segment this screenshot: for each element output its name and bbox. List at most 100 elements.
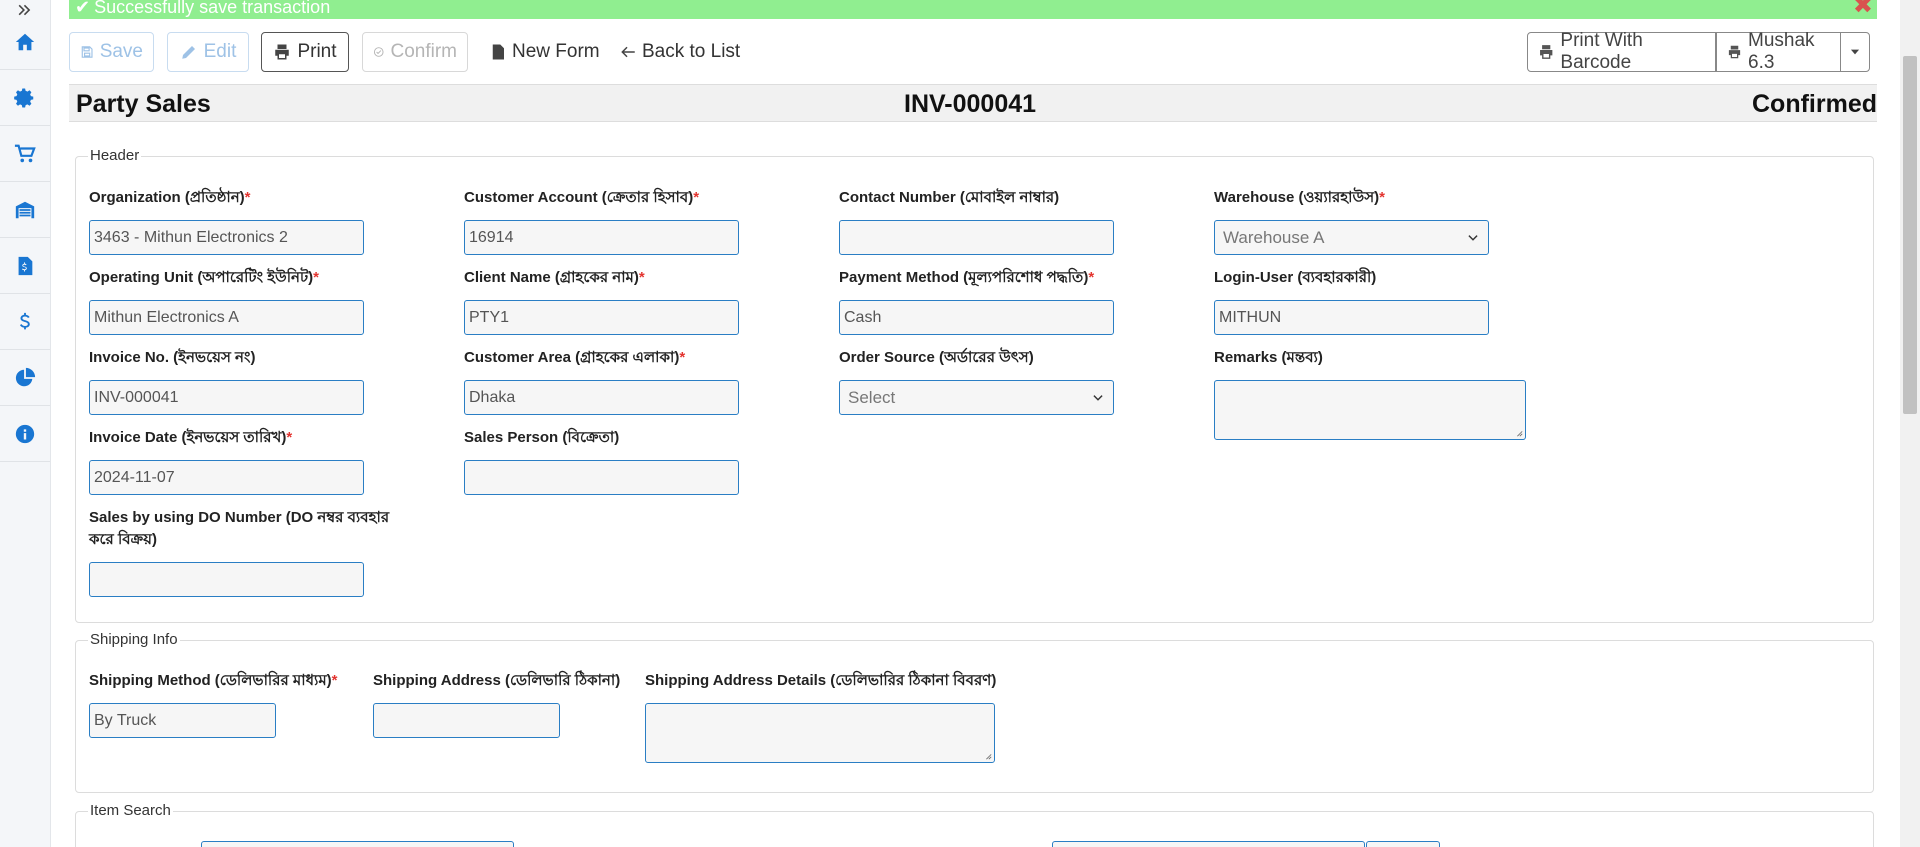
invoice-icon xyxy=(18,256,33,275)
new-form-label: New Form xyxy=(512,41,600,62)
shipping-method-label: Shipping Method (ডেলিভারির মাধ্যম)* xyxy=(89,672,338,689)
invoice-no-field[interactable]: INV-000041 xyxy=(89,380,364,415)
edit-button[interactable]: Edit xyxy=(167,32,249,72)
shipping-legend: Shipping Info xyxy=(88,631,180,648)
item-search-button[interactable] xyxy=(1366,841,1440,847)
login-user-field[interactable]: MITHUN xyxy=(1214,300,1489,335)
cart-icon xyxy=(14,144,36,162)
payment-method-label: Payment Method (মূল্যপরিশোধ পদ্ধতি)* xyxy=(839,269,1095,286)
arrow-left-icon xyxy=(621,46,635,58)
client-name-label: Client Name (গ্রাহকের নাম)* xyxy=(464,269,645,286)
pencil-icon xyxy=(181,46,195,59)
gear-icon xyxy=(14,87,34,108)
confirm-label: Confirm xyxy=(390,41,457,62)
back-to-list-link[interactable]: Back to List xyxy=(619,32,740,72)
document-title-bar: Party Sales INV-000041 Confirmed xyxy=(69,84,1877,122)
printer-icon xyxy=(1728,45,1741,59)
order-source-selected: Select xyxy=(848,387,896,407)
organization-field[interactable]: 3463 - Mithun Electronics 2 xyxy=(89,220,364,255)
customer-account-label: Customer Account (ক্রেতার হিসাব)* xyxy=(464,189,700,206)
toolbar: Save Edit Print Confirm New Form Back to… xyxy=(69,30,1877,73)
file-icon xyxy=(492,44,504,60)
operating-unit-field[interactable]: Mithun Electronics A xyxy=(89,300,364,335)
order-source-label: Order Source (অর্ডারের উৎস) xyxy=(839,349,1034,366)
home-icon xyxy=(15,33,35,50)
mushak-label: Mushak 6.3 xyxy=(1748,30,1815,73)
print-label: Print xyxy=(297,41,337,62)
do-number-label: Sales by using DO Number (DO নম্বর ব্যবহ… xyxy=(89,509,390,548)
scrollbar-thumb[interactable] xyxy=(1903,56,1917,414)
sidebar-item-warehouse[interactable] xyxy=(0,182,50,238)
contact-number-label: Contact Number (মোবাইল নাম্বার) xyxy=(839,189,1060,206)
page-title: Party Sales xyxy=(76,90,211,118)
sidebar-item-settings[interactable] xyxy=(0,70,50,126)
chevron-down-icon xyxy=(1093,394,1103,401)
mushak-dropdown-toggle[interactable] xyxy=(1840,32,1870,72)
header-legend: Header xyxy=(88,147,142,164)
print-with-barcode-button[interactable]: Print With Barcode xyxy=(1527,30,1716,73)
info-icon xyxy=(15,424,35,443)
sales-person-field[interactable] xyxy=(464,460,739,495)
sidebar-item-invoice[interactable] xyxy=(0,238,50,294)
new-form-link[interactable]: New Form xyxy=(489,32,600,72)
sidebar-item-info[interactable] xyxy=(0,406,50,462)
edit-label: Edit xyxy=(203,41,237,62)
warehouse-icon xyxy=(15,201,35,218)
customer-area-field[interactable]: Dhaka xyxy=(464,380,739,415)
login-user-label: Login-User (ব্যবহারকারী) xyxy=(1214,269,1377,286)
page-scrollbar[interactable] xyxy=(1900,0,1920,847)
item-search-field[interactable] xyxy=(201,841,514,847)
back-to-list-label: Back to List xyxy=(642,41,741,62)
order-source-select[interactable]: Select xyxy=(839,380,1114,415)
shipping-address-field[interactable] xyxy=(373,703,560,738)
success-alert: ✔ Successfully save transaction ✖ xyxy=(69,0,1877,19)
payment-method-field[interactable]: Cash xyxy=(839,300,1114,335)
sidebar-item-finance[interactable] xyxy=(0,294,50,350)
save-label: Save xyxy=(99,41,143,62)
resize-grip-icon[interactable] xyxy=(1515,429,1523,437)
organization-label: Organization (প্রতিষ্ঠান)* xyxy=(89,189,251,206)
resize-grip-icon[interactable] xyxy=(984,752,992,760)
item-search-field-2[interactable] xyxy=(1052,841,1365,847)
mushak-button[interactable]: Mushak 6.3 xyxy=(1716,30,1841,73)
remarks-textarea[interactable] xyxy=(1214,380,1526,440)
warehouse-select[interactable]: Warehouse A xyxy=(1214,220,1489,255)
printer-icon xyxy=(1540,45,1553,59)
sidebar xyxy=(0,0,51,847)
pie-chart-icon xyxy=(15,367,36,386)
do-number-field[interactable] xyxy=(89,562,364,597)
printer-icon xyxy=(275,44,290,60)
operating-unit-label: Operating Unit (অপারেটিং ইউনিট)* xyxy=(89,269,319,286)
shipping-address-details-label: Shipping Address Details (ডেলিভারির ঠিকা… xyxy=(645,672,997,689)
shipping-method-field[interactable]: By Truck xyxy=(89,703,276,738)
chevron-down-icon xyxy=(1468,234,1478,241)
alert-message: Successfully save transaction xyxy=(94,0,331,17)
print-with-barcode-label: Print With Barcode xyxy=(1560,30,1643,73)
invoice-date-label: Invoice Date (ইনভয়েস তারিখ)* xyxy=(89,429,293,446)
customer-area-label: Customer Area (গ্রাহকের এলাকা)* xyxy=(464,349,686,366)
status-label: Confirmed xyxy=(1752,90,1877,118)
client-name-field[interactable]: PTY1 xyxy=(464,300,739,335)
customer-account-field[interactable]: 16914 xyxy=(464,220,739,255)
check-icon: ✔ xyxy=(75,0,91,17)
sidebar-item-home[interactable] xyxy=(0,14,50,70)
warehouse-selected: Warehouse A xyxy=(1223,227,1325,247)
confirm-button[interactable]: Confirm xyxy=(362,32,468,72)
contact-number-field[interactable] xyxy=(839,220,1114,255)
sidebar-item-cart[interactable] xyxy=(0,126,50,182)
invoice-no-label: Invoice No. (ইনভয়েস নং) xyxy=(89,349,256,366)
warehouse-label: Warehouse (ওয়্যারহাউস)* xyxy=(1214,189,1385,206)
check-circle-icon xyxy=(373,47,384,57)
floppy-disk-icon xyxy=(81,46,93,58)
sales-person-label: Sales Person (বিক্রেতা) xyxy=(464,429,620,446)
item-search-legend: Item Search xyxy=(88,802,173,819)
dollar-icon xyxy=(19,312,30,329)
shipping-address-details-textarea[interactable] xyxy=(645,703,995,763)
save-button[interactable]: Save xyxy=(69,32,154,72)
remarks-label: Remarks (মন্তব্য) xyxy=(1214,349,1323,366)
sidebar-item-reports[interactable] xyxy=(0,350,50,406)
invoice-date-field[interactable]: 2024-11-07 xyxy=(89,460,364,495)
shipping-address-label: Shipping Address (ডেলিভারি ঠিকানা) xyxy=(373,672,621,689)
close-icon[interactable]: ✖ xyxy=(1853,0,1873,18)
print-button[interactable]: Print xyxy=(261,32,349,72)
